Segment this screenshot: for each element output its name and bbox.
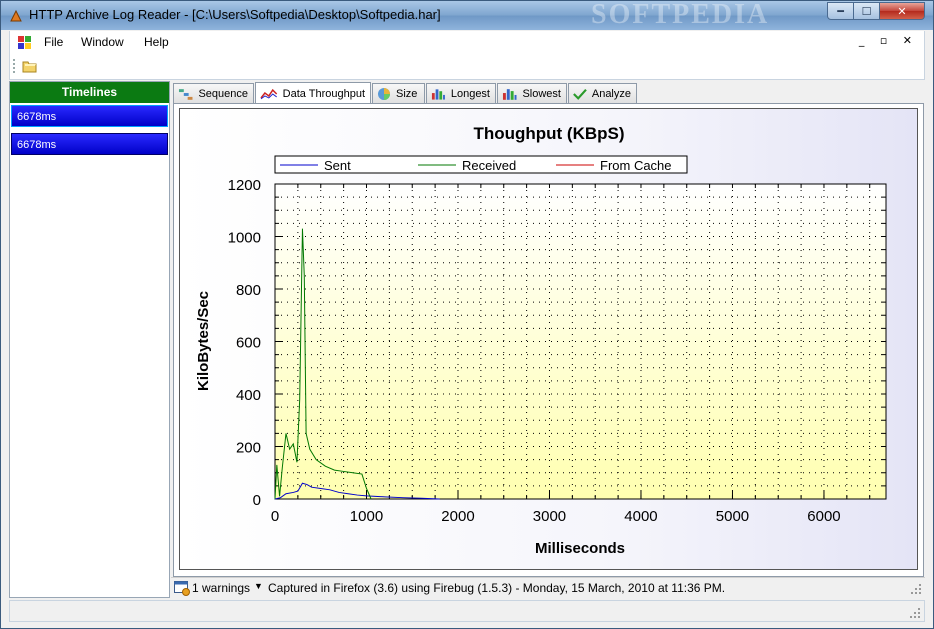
timelines-panel: Timelines 6678ms 6678ms	[9, 81, 170, 598]
timelines-header: Timelines	[10, 82, 169, 103]
y-tick-label: 400	[236, 387, 261, 404]
warning-icon[interactable]	[174, 581, 190, 596]
bar-chart-icon	[502, 88, 517, 100]
toolbar-grip[interactable]	[13, 59, 17, 73]
throughput-icon	[260, 88, 278, 99]
tab-slowest[interactable]: Slowest	[497, 83, 567, 103]
tab-label: Size	[396, 87, 418, 100]
tab-analyze[interactable]: Analyze	[568, 83, 637, 103]
tab-size[interactable]: Size	[372, 83, 425, 103]
x-axis-label: Milliseconds	[535, 540, 625, 557]
tab-label: Analyze	[591, 87, 631, 100]
status-bar: 1 warnings ▼ Captured in Firefox (3.6) u…	[171, 577, 925, 598]
resize-grip-icon[interactable]	[911, 584, 921, 594]
timeline-item[interactable]: 6678ms	[11, 133, 168, 155]
sequence-icon	[178, 88, 193, 100]
tab-data-throughput[interactable]: Data Throughput	[255, 82, 371, 104]
menu-file[interactable]: File	[44, 35, 63, 49]
outer-status-bar	[9, 600, 925, 622]
close-button[interactable]: ✕	[879, 2, 925, 20]
chart-frame: Thoughput (KBpS) Sent Received From Cache …	[179, 108, 918, 570]
window-title: HTTP Archive Log Reader - [C:\Users\Soft…	[29, 7, 441, 22]
title-bar[interactable]: HTTP Archive Log Reader - [C:\Users\Soft…	[1, 0, 933, 30]
chevron-down-icon[interactable]: ▼	[254, 581, 263, 591]
legend-entry: Received	[462, 158, 516, 173]
tab-label: Sequence	[198, 87, 248, 100]
tab-longest[interactable]: Longest	[426, 83, 496, 103]
throughput-tab-page: Thoughput (KBpS) Sent Received From Cache …	[173, 103, 924, 577]
menu-window[interactable]: Window	[81, 35, 124, 49]
tab-label: Slowest	[522, 87, 561, 100]
plot-area	[274, 183, 887, 500]
toolbar	[9, 54, 925, 80]
x-tick-label: 6000	[807, 508, 840, 525]
y-tick-label: 1000	[228, 230, 261, 247]
y-tick-label: 0	[253, 492, 261, 509]
timeline-item[interactable]: 6678ms	[11, 105, 168, 127]
maximize-button[interactable]: ☐	[853, 2, 880, 20]
check-icon	[573, 88, 587, 100]
pie-icon	[378, 87, 390, 100]
menu-help[interactable]: Help	[144, 35, 169, 49]
legend-entry: From Cache	[600, 158, 672, 173]
x-tick-label: 1000	[350, 508, 383, 525]
bar-chart-icon	[431, 88, 445, 100]
x-tick-label: 3000	[533, 508, 566, 525]
open-folder-icon[interactable]	[22, 58, 38, 74]
tab-strip: Sequence Data Throughput Size Longest Sl…	[173, 82, 923, 104]
legend-entry: Sent	[324, 158, 351, 173]
chart-legend: Sent Received From Cache	[274, 155, 688, 174]
warnings-dropdown[interactable]: 1 warnings	[192, 581, 250, 595]
y-axis-label: KiloBytes/Sec	[195, 291, 212, 391]
y-tick-label: 1200	[228, 177, 261, 194]
x-tick-label: 5000	[716, 508, 749, 525]
watermark: SOFTPEDIA	[591, 0, 770, 30]
y-tick-label: 800	[236, 282, 261, 299]
x-tick-label: 2000	[441, 508, 474, 525]
resize-grip-icon[interactable]	[910, 608, 920, 618]
tab-label: Data Throughput	[282, 87, 365, 100]
menu-bar: File Window Help _ ▫ ✕	[9, 31, 925, 54]
minimize-button[interactable]: ━	[827, 2, 854, 20]
tab-label: Longest	[450, 87, 490, 100]
mdi-window-icon[interactable]	[18, 36, 32, 49]
x-tick-label: 4000	[624, 508, 657, 525]
chart-title: Thoughput (KBpS)	[473, 124, 624, 143]
mdi-controls[interactable]: _ ▫ ✕	[859, 34, 918, 47]
tab-sequence[interactable]: Sequence	[173, 83, 254, 103]
app-window: HTTP Archive Log Reader - [C:\Users\Soft…	[0, 0, 934, 629]
throughput-chart: Thoughput (KBpS) Sent Received From Cache …	[195, 124, 887, 557]
x-tick-label: 0	[271, 508, 279, 525]
capture-info: Captured in Firefox (3.6) using Firebug …	[268, 581, 726, 595]
y-tick-label: 600	[236, 335, 261, 352]
y-tick-label: 200	[236, 440, 261, 457]
app-icon	[10, 9, 22, 22]
